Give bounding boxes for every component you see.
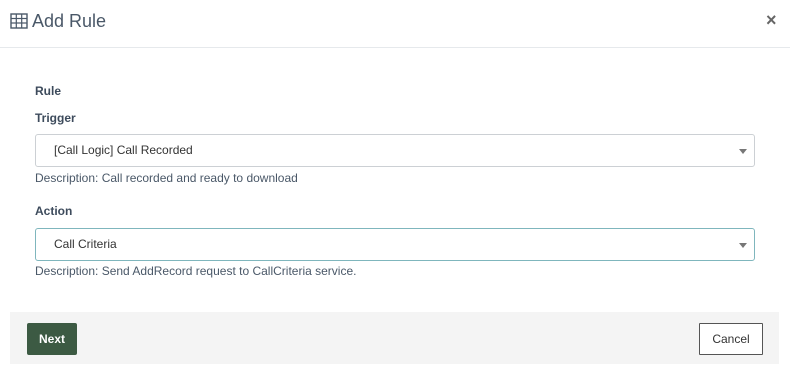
trigger-label: Trigger (35, 111, 76, 125)
rule-section-label: Rule (35, 84, 62, 98)
action-label: Action (35, 204, 73, 218)
action-description: Description: Send AddRecord request to C… (35, 264, 357, 278)
close-icon[interactable]: × (766, 10, 777, 30)
next-button[interactable]: Next (27, 323, 77, 355)
chevron-down-icon (739, 149, 747, 154)
chevron-down-icon (739, 243, 747, 248)
trigger-select-value: [Call Logic] Call Recorded (54, 143, 193, 157)
modal-header: Add Rule × (0, 0, 790, 48)
modal-title: Add Rule (32, 11, 107, 31)
table-icon (10, 13, 28, 29)
cancel-button[interactable]: Cancel (699, 323, 763, 355)
add-rule-modal: Add Rule × Rule Trigger [Call Logic] Cal… (0, 0, 790, 374)
trigger-select[interactable]: [Call Logic] Call Recorded (35, 134, 755, 167)
trigger-description: Description: Call recorded and ready to … (35, 171, 298, 185)
action-select[interactable]: Call Criteria (35, 228, 755, 261)
modal-footer: Next Cancel (10, 312, 779, 364)
action-select-value: Call Criteria (54, 237, 117, 251)
